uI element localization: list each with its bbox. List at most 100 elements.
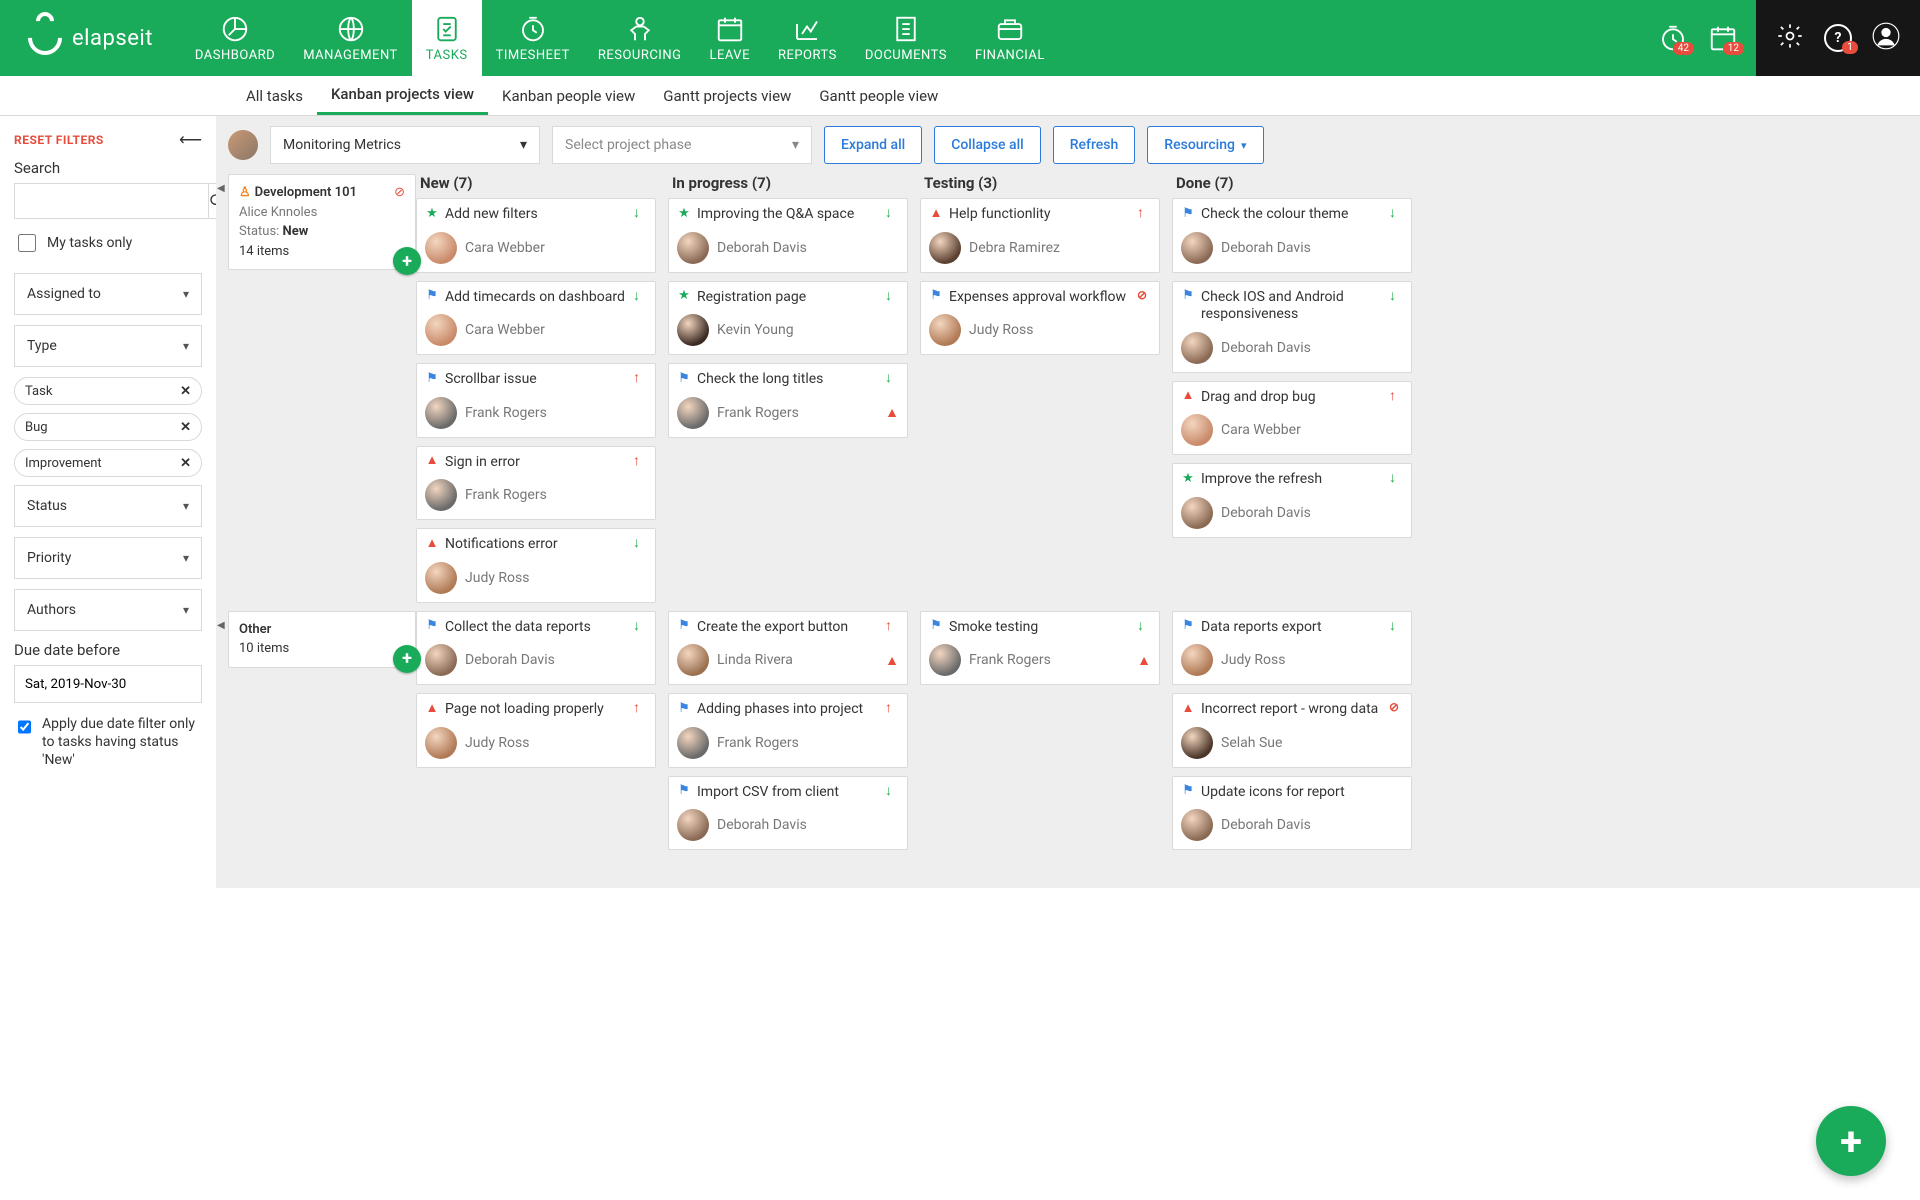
- profile-button[interactable]: [1872, 22, 1900, 54]
- nav-financial[interactable]: FINANCIAL: [961, 0, 1059, 76]
- filter-assigned[interactable]: Assigned to▾: [14, 273, 202, 315]
- priority-low-icon: ↓: [1137, 619, 1151, 633]
- card-title: Improve the refresh: [1201, 471, 1383, 489]
- task-card[interactable]: ★Improving the Q&A space↓Deborah Davis: [668, 198, 908, 273]
- toolbar: Monitoring Metrics▾ Select project phase…: [216, 126, 1908, 174]
- priority-low-icon: ↓: [1389, 471, 1403, 485]
- nav-timesheet[interactable]: TIMESHEET: [482, 0, 584, 76]
- task-card[interactable]: ▲Sign in error↑Frank Rogers: [416, 446, 656, 521]
- task-card[interactable]: ⚑Create the export button↑Linda Rivera▲: [668, 611, 908, 686]
- card-title: Update icons for report: [1201, 784, 1383, 802]
- bug-icon: ▲: [425, 454, 439, 468]
- chip-remove-icon[interactable]: ✕: [180, 420, 191, 435]
- filter-chip[interactable]: Improvement✕: [14, 449, 202, 477]
- kanban-column: ⚑Collect the data reports↓Deborah Davis▲…: [416, 611, 656, 859]
- task-card[interactable]: ⚑Update icons for reportDeborah Davis: [1172, 776, 1412, 851]
- task-card[interactable]: ⚑Data reports export↓Judy Ross: [1172, 611, 1412, 686]
- phase-select[interactable]: Select project phase▾: [552, 126, 812, 164]
- task-card[interactable]: ⚑Check the long titles↓Frank Rogers▲: [668, 363, 908, 438]
- fold-icon[interactable]: ◀: [217, 618, 225, 633]
- subnav-item[interactable]: Kanban projects view: [317, 76, 488, 115]
- my-tasks-checkbox[interactable]: [18, 234, 36, 252]
- task-card[interactable]: ⚑Add timecards on dashboard↓Cara Webber: [416, 281, 656, 356]
- filter-priority[interactable]: Priority▾: [14, 537, 202, 579]
- content: Monitoring Metrics▾ Select project phase…: [216, 116, 1920, 888]
- task-card[interactable]: ⚑Smoke testing↓Frank Rogers▲: [920, 611, 1160, 686]
- task-card[interactable]: ⚑Import CSV from client↓Deborah Davis: [668, 776, 908, 851]
- group-card[interactable]: ◀♙Development 101⊘Alice KnnolesStatus: N…: [228, 174, 416, 270]
- task-card[interactable]: ⚑Expenses approval workflow⊘Judy Ross: [920, 281, 1160, 356]
- nav-leave[interactable]: LEAVE: [695, 0, 763, 76]
- fold-icon[interactable]: ◀: [217, 181, 225, 196]
- filter-authors[interactable]: Authors▾: [14, 589, 202, 631]
- brand-name: elapseit: [72, 26, 153, 51]
- add-task-fab[interactable]: +: [1816, 1106, 1886, 1176]
- collapse-sidebar-icon[interactable]: ⟵: [179, 130, 202, 149]
- task-card[interactable]: ⚑Adding phases into project↑Frank Rogers: [668, 693, 908, 768]
- assignee-name: Deborah Davis: [465, 652, 555, 668]
- task-icon: ⚑: [677, 619, 691, 633]
- filter-type[interactable]: Type▾: [14, 325, 202, 367]
- project-avatar[interactable]: [228, 130, 258, 160]
- task-card[interactable]: ▲Help functionlity↑Debra Ramirez: [920, 198, 1160, 273]
- task-card[interactable]: ⚑Check IOS and Android responsiveness↓De…: [1172, 281, 1412, 373]
- logo[interactable]: elapseit: [0, 0, 181, 76]
- assignee-avatar: [1181, 232, 1213, 264]
- help-button[interactable]: ? 1: [1824, 24, 1852, 52]
- assignee-name: Deborah Davis: [1221, 817, 1311, 833]
- assignee-avatar: [677, 644, 709, 676]
- assignee-avatar: [677, 314, 709, 346]
- project-select[interactable]: Monitoring Metrics▾: [270, 126, 540, 164]
- add-task-button[interactable]: +: [393, 645, 421, 673]
- nav-management[interactable]: MANAGEMENT: [289, 0, 412, 76]
- collapse-all-button[interactable]: Collapse all: [934, 126, 1041, 164]
- nav-reports[interactable]: REPORTS: [764, 0, 851, 76]
- priority-low-icon: ↓: [1389, 619, 1403, 633]
- assignee-name: Cara Webber: [1221, 422, 1301, 438]
- kanban-column: Testing (3)▲Help functionlity↑Debra Rami…: [920, 174, 1160, 611]
- task-card[interactable]: ⚑Scrollbar issue↑Frank Rogers: [416, 363, 656, 438]
- group-card[interactable]: ◀Other10 items+: [228, 611, 416, 668]
- nav-alert-calendar[interactable]: 12: [1708, 23, 1738, 53]
- subnav-item[interactable]: All tasks: [232, 76, 317, 115]
- refresh-button[interactable]: Refresh: [1053, 126, 1136, 164]
- apply-due-label: Apply due date filter only to tasks havi…: [42, 715, 202, 770]
- resourcing-button[interactable]: Resourcing: [1147, 126, 1263, 164]
- subnav-item[interactable]: Gantt projects view: [649, 76, 805, 115]
- chip-remove-icon[interactable]: ✕: [180, 456, 191, 471]
- filter-status[interactable]: Status▾: [14, 485, 202, 527]
- search-input[interactable]: [14, 183, 208, 219]
- subnav-item[interactable]: Kanban people view: [488, 76, 649, 115]
- reset-filters[interactable]: RESET FILTERS: [14, 133, 104, 147]
- settings-button[interactable]: [1776, 22, 1804, 54]
- nav-documents[interactable]: DOCUMENTS: [851, 0, 961, 76]
- apply-due-checkbox[interactable]: [18, 718, 31, 736]
- due-date-input[interactable]: [14, 665, 202, 703]
- task-card[interactable]: ▲Incorrect report - wrong data⊘Selah Sue: [1172, 693, 1412, 768]
- filter-chip[interactable]: Bug✕: [14, 413, 202, 441]
- filter-chip[interactable]: Task✕: [14, 377, 202, 405]
- chip-remove-icon[interactable]: ✕: [180, 384, 191, 399]
- expand-all-button[interactable]: Expand all: [824, 126, 922, 164]
- subnav-item[interactable]: Gantt people view: [805, 76, 952, 115]
- task-card[interactable]: ▲Notifications error↓Judy Ross: [416, 528, 656, 603]
- user-icon: [1872, 22, 1900, 50]
- assignee-avatar: [677, 727, 709, 759]
- add-task-button[interactable]: +: [393, 247, 421, 275]
- nav-resourcing[interactable]: RESOURCING: [584, 0, 696, 76]
- nav-alert-clock[interactable]: 42: [1658, 23, 1688, 53]
- task-card[interactable]: ★Registration page↓Kevin Young: [668, 281, 908, 356]
- task-icon: ⚑: [1181, 619, 1195, 633]
- task-card[interactable]: ⚑Check the colour theme↓Deborah Davis: [1172, 198, 1412, 273]
- top-nav: elapseit DASHBOARDMANAGEMENTTASKSTIMESHE…: [0, 0, 1920, 76]
- my-tasks-only[interactable]: My tasks only: [14, 231, 202, 255]
- nav-dashboard[interactable]: DASHBOARD: [181, 0, 289, 76]
- task-card[interactable]: ▲Page not loading properly↑Judy Ross: [416, 693, 656, 768]
- task-card[interactable]: ▲Drag and drop bug↑Cara Webber: [1172, 381, 1412, 456]
- task-card[interactable]: ★Improve the refresh↓Deborah Davis: [1172, 463, 1412, 538]
- card-title: Page not loading properly: [445, 701, 627, 719]
- apply-due-filter[interactable]: Apply due date filter only to tasks havi…: [14, 715, 202, 770]
- task-card[interactable]: ★Add new filters↓Cara Webber: [416, 198, 656, 273]
- task-card[interactable]: ⚑Collect the data reports↓Deborah Davis: [416, 611, 656, 686]
- nav-tasks[interactable]: TASKS: [412, 0, 482, 76]
